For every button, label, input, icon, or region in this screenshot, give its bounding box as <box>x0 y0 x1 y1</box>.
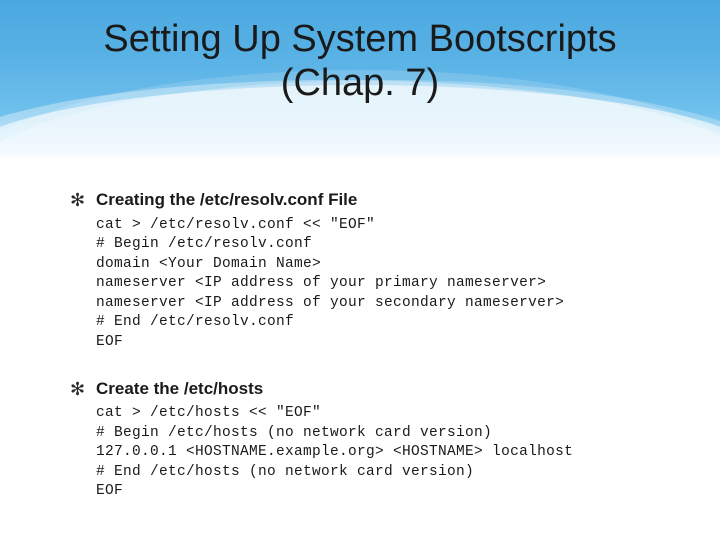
heading-text: Creating the /etc/resolv.conf File <box>96 190 357 210</box>
title-line-2: (Chap. 7) <box>281 62 439 104</box>
slide-title: Setting Up System Bootscripts (Chap. 7) <box>0 18 720 105</box>
bullet-block: ✻ Create the /etc/hosts cat > /etc/hosts… <box>70 379 660 502</box>
asterisk-icon: ✻ <box>70 379 84 401</box>
bullet-block: ✻ Creating the /etc/resolv.conf File cat… <box>70 190 660 353</box>
title-line-1: Setting Up System Bootscripts <box>103 18 616 60</box>
bullet-heading: ✻ Create the /etc/hosts <box>70 379 660 401</box>
heading-text: Create the /etc/hosts <box>96 379 263 399</box>
bullet-heading: ✻ Creating the /etc/resolv.conf File <box>70 190 660 212</box>
slide-content: ✻ Creating the /etc/resolv.conf File cat… <box>0 160 720 540</box>
code-block: cat > /etc/resolv.conf << "EOF" # Begin … <box>70 216 660 353</box>
asterisk-icon: ✻ <box>70 190 84 212</box>
code-block: cat > /etc/hosts << "EOF" # Begin /etc/h… <box>70 404 660 502</box>
header-banner: Setting Up System Bootscripts (Chap. 7) <box>0 0 720 160</box>
